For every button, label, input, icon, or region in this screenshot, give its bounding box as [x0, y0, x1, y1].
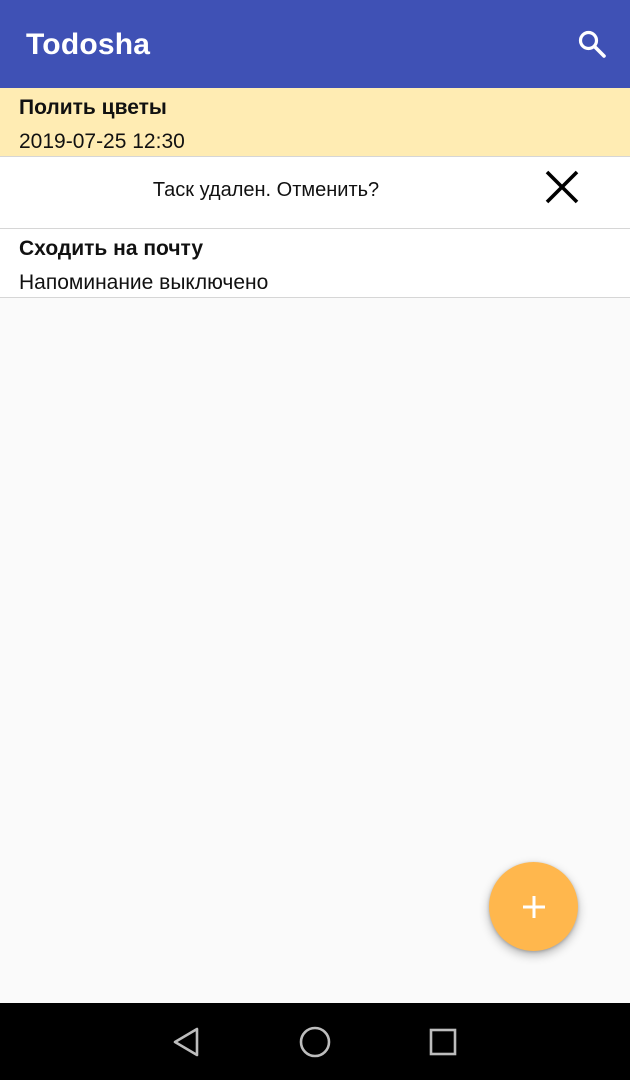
- back-button[interactable]: [166, 1022, 206, 1062]
- home-circle-icon: [299, 1026, 331, 1058]
- add-task-button[interactable]: [489, 862, 578, 951]
- search-button[interactable]: [570, 24, 614, 64]
- recents-button[interactable]: [423, 1022, 463, 1062]
- search-icon: [578, 30, 606, 58]
- close-button[interactable]: [538, 163, 586, 211]
- task-item[interactable]: Полить цветы 2019-07-25 12:30: [0, 88, 630, 157]
- app-bar: Todosha: [0, 0, 630, 88]
- task-item[interactable]: Сходить на почту Напоминание выключено: [0, 229, 630, 298]
- plus-icon: [522, 895, 545, 918]
- task-reminder-status: Напоминание выключено: [19, 271, 269, 294]
- undo-snackbar[interactable]: Таск удален. Отменить?: [0, 157, 630, 229]
- task-datetime: 2019-07-25 12:30: [19, 130, 185, 153]
- app-title: Todosha: [26, 28, 151, 61]
- back-triangle-icon: [173, 1027, 199, 1057]
- task-title: Полить цветы: [19, 96, 167, 119]
- system-navigation-bar: [0, 1003, 630, 1080]
- task-title: Сходить на почту: [19, 237, 204, 260]
- home-button[interactable]: [295, 1022, 335, 1062]
- recents-square-icon: [429, 1028, 457, 1056]
- undo-message[interactable]: Таск удален. Отменить?: [0, 177, 532, 203]
- close-icon: [545, 170, 579, 204]
